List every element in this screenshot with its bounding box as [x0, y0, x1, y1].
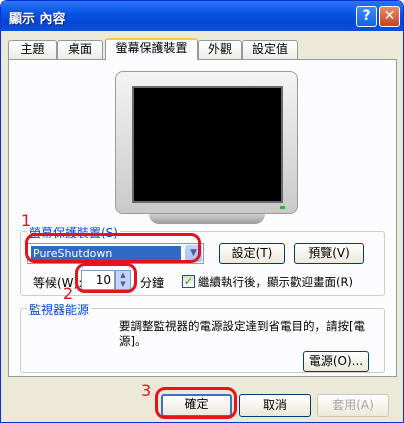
close-button[interactable]: ✕	[379, 6, 400, 27]
monitor-stand	[149, 214, 265, 224]
annotation-circle-3	[155, 387, 237, 419]
tab-desktop[interactable]: 桌面	[57, 40, 103, 59]
monitor-power-group-label: 監視器能源	[27, 301, 92, 318]
settings-button[interactable]: 設定(T)	[219, 243, 285, 264]
cancel-button[interactable]: 取消	[239, 394, 311, 417]
tab-theme[interactable]: 主題	[8, 40, 57, 59]
annotation-circle-1	[25, 233, 201, 263]
resume-welcome-checkbox[interactable]: ✓	[182, 275, 195, 288]
annotation-number-2: 2	[63, 284, 74, 303]
display-properties-dialog: 顯示 內容 ? ✕ 主題 桌面 螢幕保護裝置 外觀 設定值 螢幕保護裝置(S) …	[0, 0, 404, 423]
apply-button[interactable]: 套用(A)	[317, 394, 389, 417]
tab-settings[interactable]: 設定值	[242, 40, 298, 59]
help-button[interactable]: ?	[356, 6, 377, 27]
monitor-preview	[115, 71, 298, 214]
preview-button[interactable]: 預覽(V)	[294, 243, 364, 264]
minutes-label: 分鐘	[140, 276, 165, 290]
tab-appearance[interactable]: 外觀	[198, 40, 242, 59]
monitor-screen	[132, 86, 283, 203]
power-led	[280, 206, 285, 209]
annotation-circle-2	[75, 263, 137, 293]
annotation-number-1: 1	[21, 211, 32, 230]
resume-welcome-label: 繼續執行後，顯示歡迎畫面(R)	[198, 275, 353, 289]
window-title: 顯示 內容	[9, 12, 66, 27]
annotation-number-3: 3	[141, 381, 152, 400]
power-description: 要調整監視器的電源設定達到省電目的，請按[電源]。	[119, 319, 365, 348]
tab-screensaver[interactable]: 螢幕保護裝置	[105, 38, 198, 60]
power-button[interactable]: 電源(O)...	[303, 351, 369, 372]
title-bar[interactable]: 顯示 內容 ? ✕	[1, 1, 403, 31]
